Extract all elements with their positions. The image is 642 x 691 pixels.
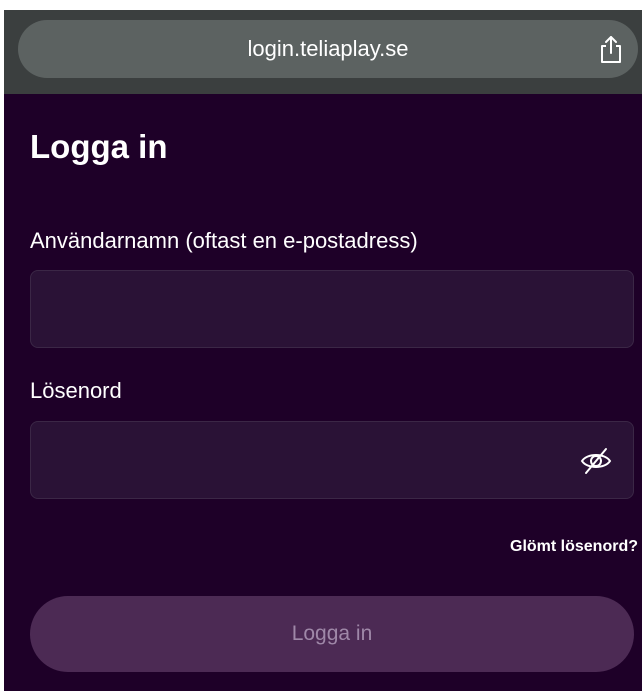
- app-frame: login.teliaplay.se Logga in Användarnamn…: [4, 10, 642, 691]
- username-input[interactable]: [31, 271, 633, 347]
- password-input[interactable]: [31, 422, 633, 498]
- username-field[interactable]: [30, 270, 634, 348]
- address-bar[interactable]: login.teliaplay.se: [18, 20, 638, 78]
- url-text[interactable]: login.teliaplay.se: [18, 20, 638, 78]
- forgot-password-link[interactable]: Glömt lösenord?: [510, 538, 638, 556]
- password-field[interactable]: [30, 421, 634, 499]
- login-button[interactable]: Logga in: [30, 596, 634, 672]
- page-title: Logga in: [30, 128, 168, 165]
- share-icon[interactable]: [598, 35, 624, 65]
- eye-slash-icon[interactable]: [579, 446, 613, 476]
- password-label: Lösenord: [30, 378, 122, 403]
- username-label: Användarnamn (oftast en e-postadress): [30, 228, 418, 253]
- browser-toolbar: login.teliaplay.se: [4, 10, 642, 94]
